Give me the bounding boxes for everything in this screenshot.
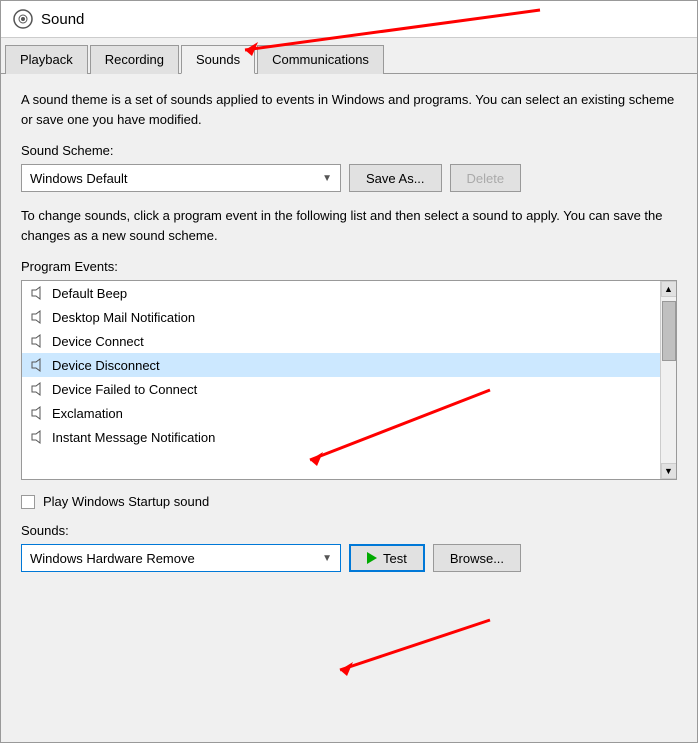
sound-scheme-label: Sound Scheme: [21, 143, 677, 158]
change-sounds-description: To change sounds, click a program event … [21, 206, 677, 245]
list-item[interactable]: Device Connect [22, 329, 660, 353]
tabs-bar: Playback Recording Sounds Communications [1, 38, 697, 74]
list-item[interactable]: Desktop Mail Notification [22, 305, 660, 329]
program-events-list: Default Beep Desktop Mail Notification D… [21, 280, 677, 480]
tab-playback[interactable]: Playback [5, 45, 88, 74]
sounds-select[interactable]: Windows Hardware Remove ▼ [21, 544, 341, 572]
event-label: Desktop Mail Notification [52, 310, 195, 325]
startup-sound-checkbox[interactable] [21, 495, 35, 509]
speaker-icon [30, 309, 46, 325]
program-events-label: Program Events: [21, 259, 677, 274]
scroll-down-button[interactable]: ▼ [661, 463, 677, 479]
save-as-button[interactable]: Save As... [349, 164, 442, 192]
delete-button[interactable]: Delete [450, 164, 522, 192]
event-label: Exclamation [52, 406, 123, 421]
sound-scheme-row: Windows Default ▼ Save As... Delete [21, 164, 677, 192]
speaker-icon [30, 405, 46, 421]
speaker-icon [30, 357, 46, 373]
list-item[interactable]: Device Failed to Connect [22, 377, 660, 401]
event-label: Device Disconnect [52, 358, 160, 373]
scheme-description: A sound theme is a set of sounds applied… [21, 90, 677, 129]
test-button[interactable]: Test [349, 544, 425, 572]
tab-sounds[interactable]: Sounds [181, 45, 255, 74]
test-label: Test [383, 551, 407, 566]
chevron-down-icon: ▼ [322, 173, 332, 184]
list-item-selected[interactable]: Device Disconnect [22, 353, 660, 377]
list-item[interactable]: Default Beep [22, 281, 660, 305]
browse-button[interactable]: Browse... [433, 544, 521, 572]
sounds-value: Windows Hardware Remove [30, 551, 195, 566]
play-icon [367, 552, 377, 564]
list-item[interactable]: Exclamation [22, 401, 660, 425]
scrollbar[interactable]: ▲ ▼ [660, 281, 676, 479]
sounds-label: Sounds: [21, 523, 677, 538]
event-label: Instant Message Notification [52, 430, 215, 445]
tab-communications[interactable]: Communications [257, 45, 384, 74]
sound-dialog: Sound Playback Recording Sounds Communic… [0, 0, 698, 743]
speaker-icon [30, 429, 46, 445]
tab-recording[interactable]: Recording [90, 45, 179, 74]
title-bar: Sound [1, 1, 697, 38]
speaker-icon [30, 333, 46, 349]
sound-scheme-value: Windows Default [30, 171, 128, 186]
sound-icon [13, 9, 33, 29]
scroll-thumb[interactable] [662, 301, 676, 361]
event-label: Device Connect [52, 334, 144, 349]
sound-scheme-select[interactable]: Windows Default ▼ [21, 164, 341, 192]
speaker-icon [30, 285, 46, 301]
event-label: Default Beep [52, 286, 127, 301]
startup-sound-label: Play Windows Startup sound [43, 494, 209, 509]
speaker-icon [30, 381, 46, 397]
events-list-inner[interactable]: Default Beep Desktop Mail Notification D… [22, 281, 660, 479]
sounds-row: Windows Hardware Remove ▼ Test Browse... [21, 544, 677, 572]
scroll-up-button[interactable]: ▲ [661, 281, 677, 297]
startup-sound-row: Play Windows Startup sound [21, 494, 677, 509]
list-item[interactable]: Instant Message Notification [22, 425, 660, 449]
window-title: Sound [41, 11, 84, 28]
chevron-down-icon: ▼ [322, 553, 332, 564]
event-label: Device Failed to Connect [52, 382, 197, 397]
tab-content: A sound theme is a set of sounds applied… [1, 74, 697, 742]
